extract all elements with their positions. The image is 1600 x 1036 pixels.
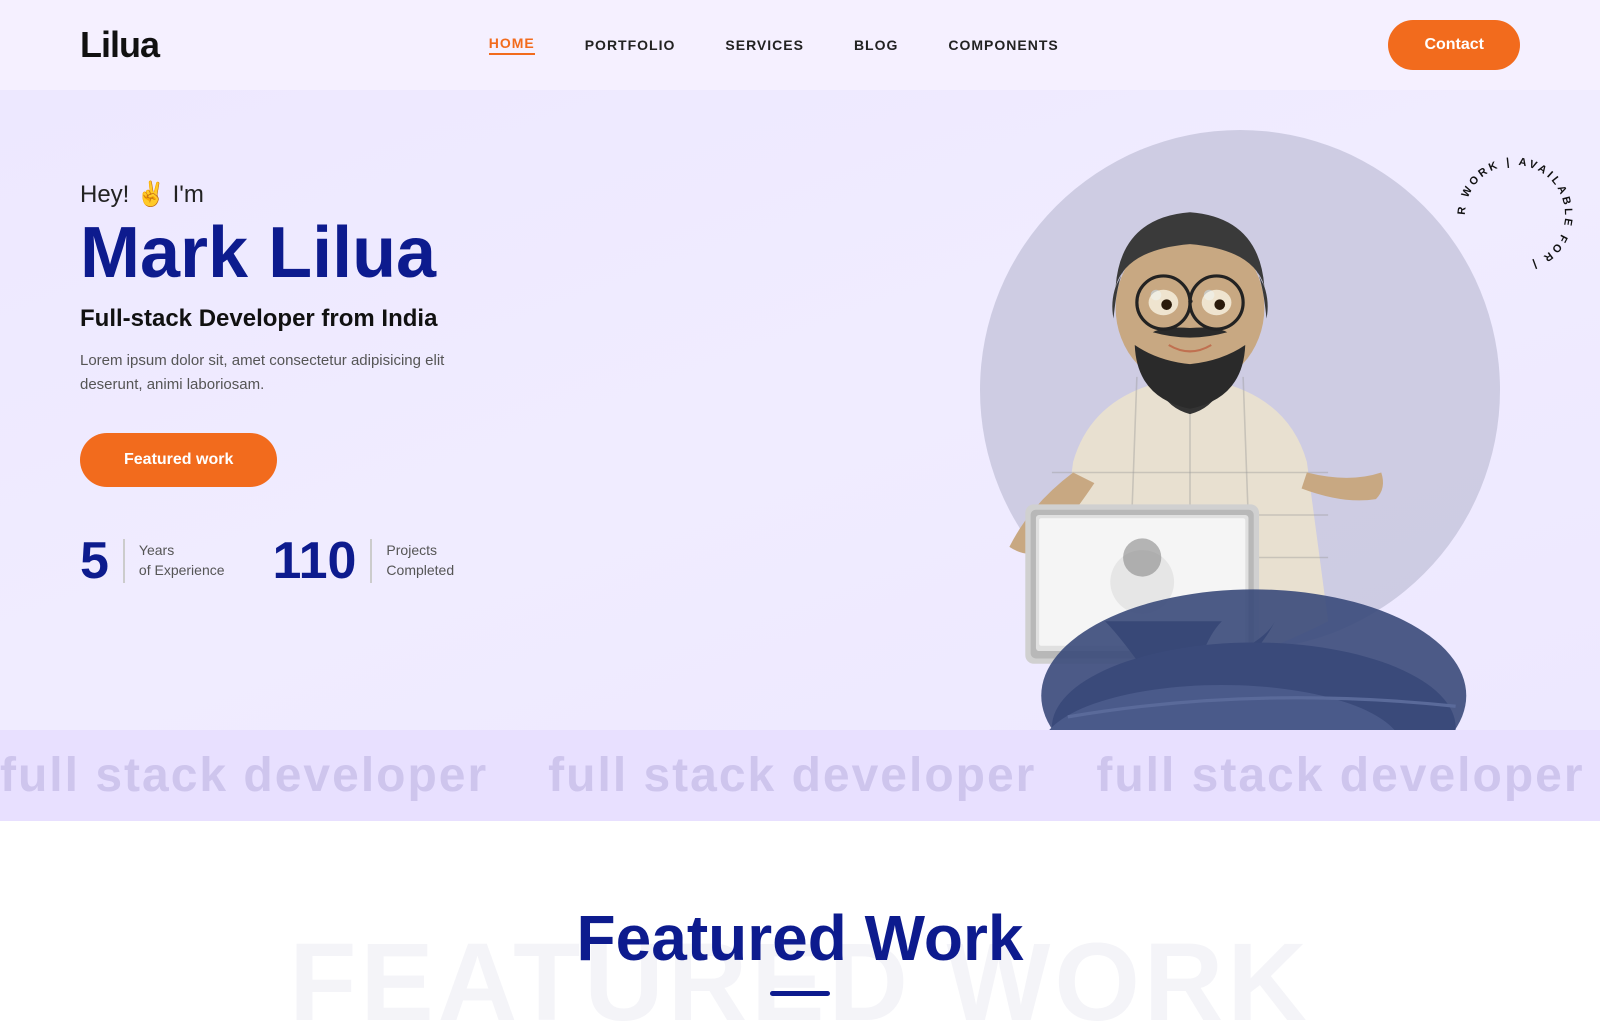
hero-content: Hey! ✌ I'm Mark Lilua Full-stack Develop… [80,150,460,587]
stat-divider-2 [370,539,372,583]
stat-experience-number: 5 [80,535,109,587]
nav-components[interactable]: COMPONENTS [948,37,1058,53]
scroll-text-1: full stack developer [0,748,488,803]
main-nav: HOME PORTFOLIO SERVICES BLOG COMPONENTS [489,35,1059,55]
section-title-underline [770,991,830,996]
hero-stats: 5 Years of Experience 110 Projects Compl… [80,535,460,587]
hero-character [840,90,1540,730]
stat-divider-1 [123,539,125,583]
stat-projects-number: 110 [273,535,357,587]
scroll-band: full stack developer full stack develope… [0,730,1600,821]
nav-portfolio[interactable]: PORTFOLIO [585,37,676,53]
stat-experience: 5 Years of Experience [80,535,225,587]
svg-text:R WORK | AVAILABLE FOR |: R WORK | AVAILABLE FOR | [1456,156,1574,271]
contact-button[interactable]: Contact [1388,20,1520,70]
scroll-text-2: full stack developer [548,748,1036,803]
featured-work-button[interactable]: Featured work [80,433,277,487]
hero-name: Mark Lilua [80,217,460,289]
hero-greeting: Hey! ✌ I'm [80,180,460,209]
hero-section: Hey! ✌ I'm Mark Lilua Full-stack Develop… [0,90,1600,730]
nav-blog[interactable]: BLOG [854,37,898,53]
stat-experience-label: Years of Experience [139,541,225,580]
featured-work-section: Featured Work FEATURED WORK [0,821,1600,1036]
scroll-band-track: full stack developer full stack develope… [0,748,1600,803]
rotating-badge: R WORK | AVAILABLE FOR | [1450,150,1580,280]
stat-projects: 110 Projects Completed [273,535,455,587]
hero-description: Lorem ipsum dolor sit, amet consectetur … [80,349,460,397]
scroll-text-3: full stack developer [1096,748,1584,803]
hero-title: Full-stack Developer from India [80,305,460,333]
logo: Lilua [80,24,159,66]
nav-services[interactable]: SERVICES [725,37,804,53]
hero-image-area: R WORK | AVAILABLE FOR | [900,90,1600,730]
nav-home[interactable]: HOME [489,35,535,55]
header: Lilua HOME PORTFOLIO SERVICES BLOG COMPO… [0,0,1600,90]
stat-projects-label: Projects Completed [386,541,454,580]
featured-work-title: Featured Work [80,901,1520,975]
